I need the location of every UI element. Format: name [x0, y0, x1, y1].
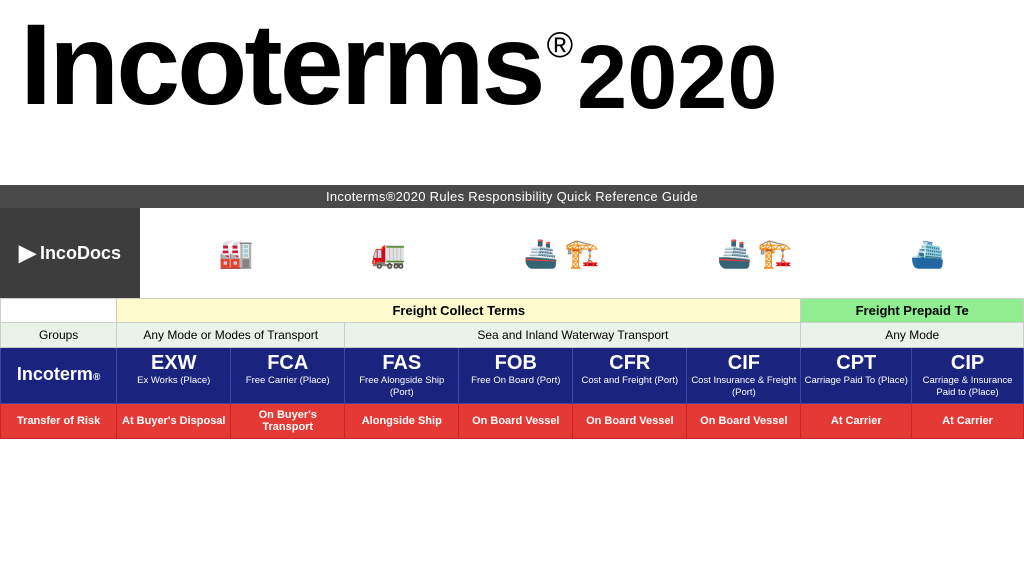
- exw-code: EXW: [119, 351, 228, 375]
- incoterms-table-wrapper: Freight Collect Terms Freight Prepaid Te…: [0, 298, 1024, 439]
- ship-center-illustration: 🚢 🏗️: [717, 237, 793, 270]
- cip-desc: Carriage & Insurance Paid to (Place): [914, 375, 1021, 400]
- risk-fob: On Board Vessel: [459, 403, 573, 438]
- risk-cpt: At Carrier: [801, 403, 912, 438]
- cif-code: CIF: [689, 351, 798, 375]
- incoterm-brand: Incoterm®: [3, 365, 114, 385]
- incoterm-cfr: CFR Cost and Freight (Port): [573, 348, 687, 404]
- cif-desc: Cost Insurance & Freight (Port): [689, 375, 798, 400]
- any-mode2-cell: Any Mode: [801, 323, 1024, 348]
- crane-left-illustration: 🚢 🏗️: [524, 237, 600, 270]
- logo: ▶ IncoDocs: [19, 240, 121, 266]
- fas-code: FAS: [347, 351, 456, 375]
- logo-illustration-row: ▶ IncoDocs 🏭 🚛 🚢 🏗️ 🚢 🏗️ ⛴️: [0, 208, 1024, 298]
- title-incoterms: Incoterms: [20, 8, 543, 123]
- subtitle-text: Incoterms®2020 Rules Responsibility Quic…: [326, 189, 698, 204]
- freight-prepaid-cell: Freight Prepaid Te: [801, 299, 1024, 323]
- logo-cell: ▶ IncoDocs: [0, 208, 140, 298]
- any-mode-cell: Any Mode or Modes of Transport: [117, 323, 345, 348]
- exw-desc: Ex Works (Place): [119, 375, 228, 387]
- truck-illustration: 🚛: [371, 237, 406, 270]
- groups-row: Groups Any Mode or Modes of Transport Se…: [1, 323, 1024, 348]
- title-year: 2020: [577, 33, 777, 123]
- truck-icon: 🚛: [371, 237, 406, 270]
- incoterm-cip: CIP Carriage & Insurance Paid to (Place): [912, 348, 1024, 404]
- incoterm-label-cell: Incoterm®: [1, 348, 117, 404]
- cip-code: CIP: [914, 351, 1021, 375]
- risk-cfr: On Board Vessel: [573, 403, 687, 438]
- incoterms-table: Freight Collect Terms Freight Prepaid Te…: [0, 298, 1024, 439]
- subtitle-bar: Incoterms®2020 Rules Responsibility Quic…: [0, 185, 1024, 208]
- risk-fca: On Buyer's Transport: [231, 403, 345, 438]
- incoterm-reg: ®: [93, 372, 100, 383]
- incoterm-cpt: CPT Carriage Paid To (Place): [801, 348, 912, 404]
- cfr-desc: Cost and Freight (Port): [575, 375, 684, 387]
- crane-icon-center: 🏗️: [758, 237, 793, 270]
- risk-cif: On Board Vessel: [687, 403, 801, 438]
- incoterm-row: Incoterm® EXW Ex Works (Place) FCA Free …: [1, 348, 1024, 404]
- ship-icon-center: 🚢: [717, 237, 752, 270]
- fca-desc: Free Carrier (Place): [233, 375, 342, 387]
- ship-icon-left: 🚢: [524, 237, 559, 270]
- incoterm-exw: EXW Ex Works (Place): [117, 348, 231, 404]
- incoterm-cif: CIF Cost Insurance & Freight (Port): [687, 348, 801, 404]
- sea-inland-cell: Sea and Inland Waterway Transport: [345, 323, 801, 348]
- crane-icon-left: 🏗️: [565, 237, 600, 270]
- factory-icon: 🏭: [219, 237, 254, 270]
- logo-icon: ▶: [19, 240, 36, 266]
- groups-label-cell: Groups: [1, 323, 117, 348]
- fas-desc: Free Alongside Ship (Port): [347, 375, 456, 400]
- fob-desc: Free On Board (Port): [461, 375, 570, 387]
- illustration-area: 🏭 🚛 🚢 🏗️ 🚢 🏗️ ⛴️: [140, 208, 1024, 298]
- freight-collect-cell: Freight Collect Terms: [117, 299, 801, 323]
- freight-header-row: Freight Collect Terms Freight Prepaid Te: [1, 299, 1024, 323]
- factory-illustration: 🏭: [219, 237, 254, 270]
- incoterm-fas: FAS Free Alongside Ship (Port): [345, 348, 459, 404]
- incoterm-fca: FCA Free Carrier (Place): [231, 348, 345, 404]
- incoterm-fob: FOB Free On Board (Port): [459, 348, 573, 404]
- freight-empty-cell: [1, 299, 117, 323]
- header-section: Incoterms® 2020: [0, 0, 1024, 185]
- risk-exw: At Buyer's Disposal: [117, 403, 231, 438]
- risk-fas: Alongside Ship: [345, 403, 459, 438]
- fca-code: FCA: [233, 351, 342, 375]
- risk-row: Transfer of Risk At Buyer's Disposal On …: [1, 403, 1024, 438]
- title-block: Incoterms® 2020: [20, 8, 777, 123]
- cpt-code: CPT: [803, 351, 909, 375]
- risk-label-cell: Transfer of Risk: [1, 403, 117, 438]
- title-registered: ®: [547, 27, 574, 63]
- logo-name: IncoDocs: [40, 243, 121, 264]
- cfr-code: CFR: [575, 351, 684, 375]
- cpt-desc: Carriage Paid To (Place): [803, 375, 909, 387]
- ship-icon-right: ⛴️: [910, 237, 945, 270]
- fob-code: FOB: [461, 351, 570, 375]
- risk-cip: At Carrier: [912, 403, 1024, 438]
- ship-right-illustration: ⛴️: [910, 237, 945, 270]
